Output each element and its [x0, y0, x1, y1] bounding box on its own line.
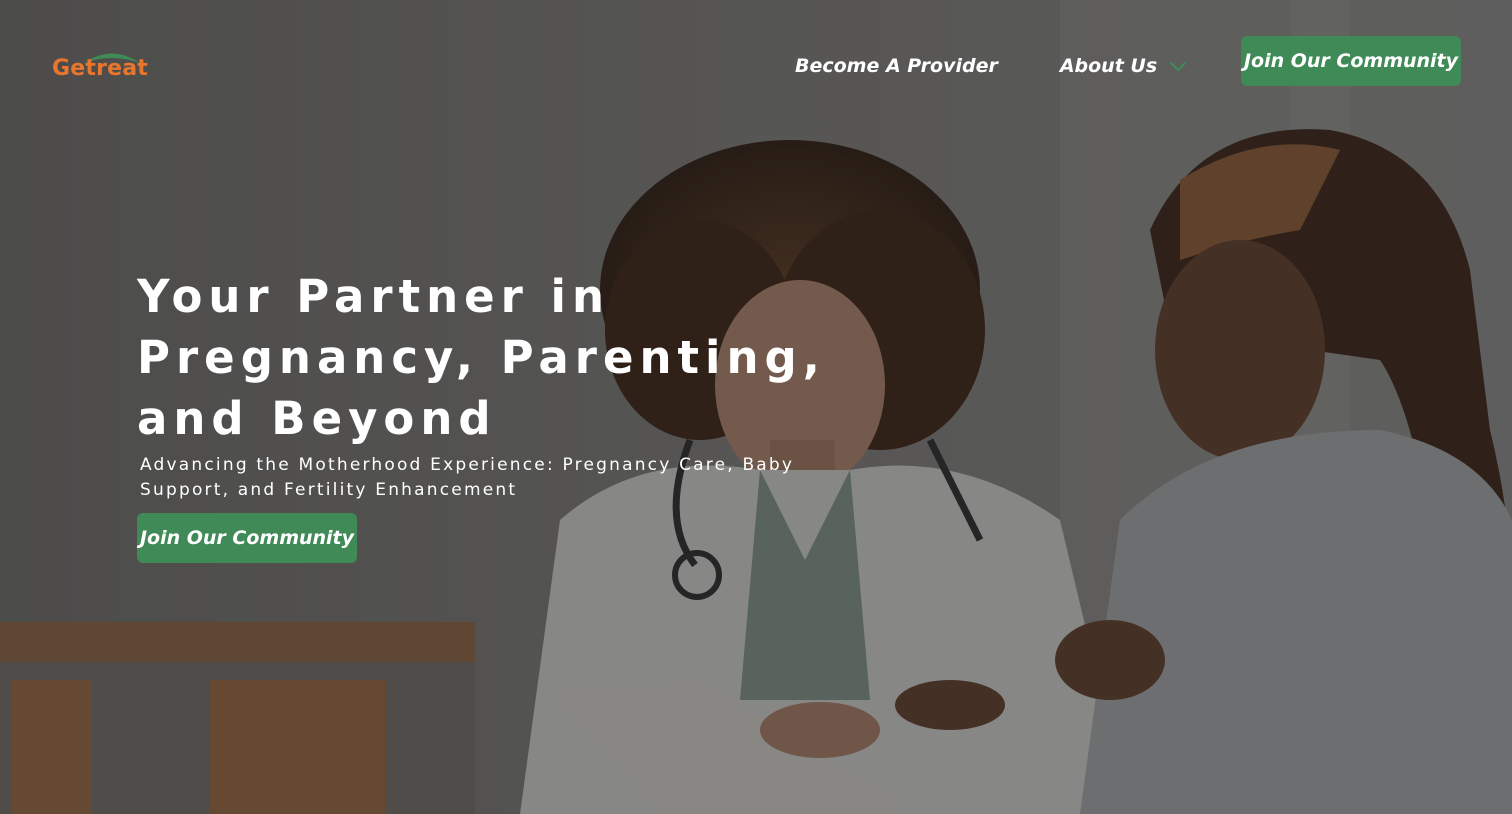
getreat-logo[interactable]: Getreat [52, 48, 162, 88]
nav-link-become-provider[interactable]: Become A Provider [795, 52, 998, 80]
hero-headline: Your Partner in Pregnancy, Parenting, an… [137, 270, 826, 445]
hero-subheadline: Advancing the Motherhood Experience: Pre… [140, 455, 795, 500]
hero-section: Getreat Become A Provider About Us Join … [0, 0, 1512, 814]
nav-dropdown-about-us[interactable]: About Us [1060, 52, 1187, 80]
join-community-header-button[interactable]: Join Our Community [1241, 36, 1461, 86]
chevron-down-icon [1170, 61, 1187, 72]
logo-text: Getreat [52, 56, 149, 81]
nav-link-about-us-label: About Us [1059, 55, 1158, 77]
join-community-hero-button[interactable]: Join Our Community [137, 513, 357, 563]
main-nav: Become A Provider About Us [795, 52, 1187, 80]
